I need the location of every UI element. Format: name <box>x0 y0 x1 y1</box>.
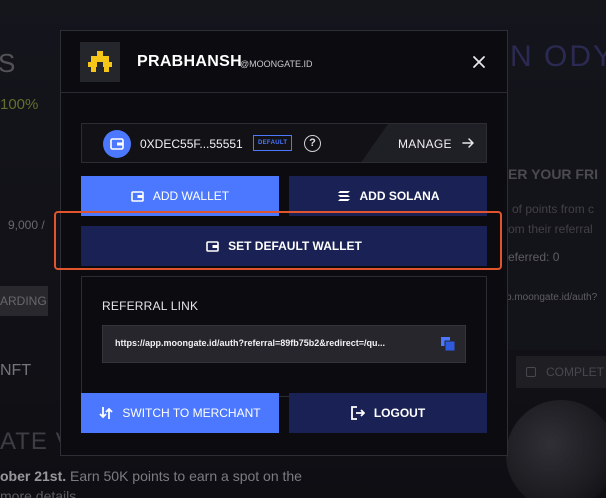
user-domain: @MOONGATE.ID <box>240 59 313 69</box>
solana-icon <box>337 190 351 202</box>
logout-label: LOGOUT <box>373 406 426 420</box>
manage-button[interactable]: MANAGE <box>360 124 486 162</box>
help-icon[interactable]: ? <box>304 135 321 152</box>
switch-to-merchant-label: SWITCH TO MERCHANT <box>122 406 261 420</box>
add-solana-label: ADD SOLANA <box>359 189 440 203</box>
modal-header: PRABHANSH @MOONGATE.ID <box>61 31 507 93</box>
arrow-right-icon <box>462 138 474 148</box>
add-wallet-button[interactable]: ADD WALLET <box>81 176 279 216</box>
logout-icon <box>350 406 365 420</box>
switch-icon <box>99 406 114 420</box>
wallet-icon <box>103 130 131 158</box>
moongate-logo <box>80 42 120 82</box>
default-badge: DEFAULT <box>253 135 293 151</box>
add-wallet-label: ADD WALLET <box>152 189 230 203</box>
copy-icon[interactable] <box>440 336 456 352</box>
moongate-logo-icon <box>88 51 112 72</box>
referral-label: REFERRAL LINK <box>102 299 199 313</box>
wallet-icon <box>131 190 144 202</box>
referral-link-field[interactable]: https://app.moongate.id/auth?referral=89… <box>102 325 466 363</box>
referral-section: REFERRAL LINK https://app.moongate.id/au… <box>81 276 487 397</box>
referral-url: https://app.moongate.id/auth?referral=89… <box>115 338 386 348</box>
switch-to-merchant-button[interactable]: SWITCH TO MERCHANT <box>81 393 279 433</box>
close-icon[interactable] <box>470 53 488 71</box>
set-default-wallet-label: SET DEFAULT WALLET <box>228 239 362 253</box>
current-wallet-row: 0XDEC55F...55551 DEFAULT ? MANAGE <box>81 123 487 163</box>
wallet-icon <box>206 240 219 252</box>
username: PRABHANSH <box>137 53 242 70</box>
wallet-address: 0XDEC55F...55551 <box>140 137 243 151</box>
account-modal: PRABHANSH @MOONGATE.ID 0XDEC55F...55551 … <box>54 30 508 456</box>
logout-button[interactable]: LOGOUT <box>289 393 487 433</box>
set-default-wallet-button[interactable]: SET DEFAULT WALLET <box>81 226 487 266</box>
add-solana-button[interactable]: ADD SOLANA <box>289 176 487 216</box>
manage-label: MANAGE <box>398 137 452 151</box>
